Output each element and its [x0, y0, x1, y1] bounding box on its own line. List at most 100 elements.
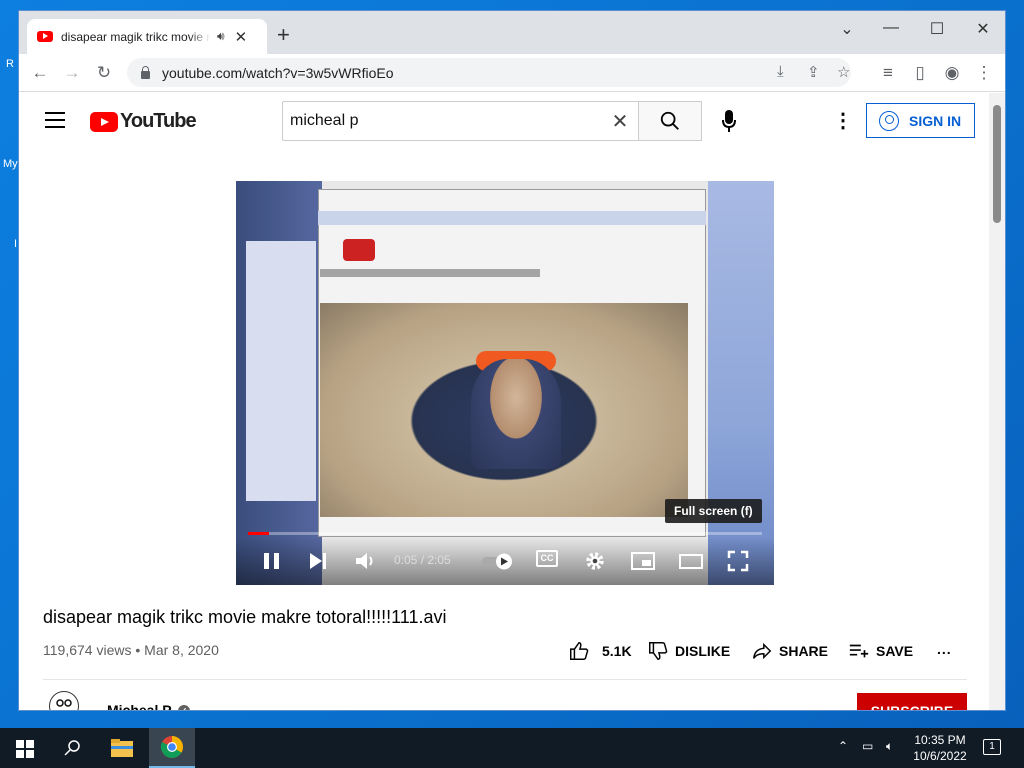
sign-in-label: SIGN IN	[909, 112, 962, 129]
new-tab-button[interactable]: +	[277, 24, 290, 46]
menu-icon[interactable]: ⋮	[973, 62, 995, 84]
clear-search-button[interactable]: ✕	[602, 109, 638, 134]
chrome-logo-icon	[160, 736, 183, 758]
share-button[interactable]: SHARE	[751, 640, 828, 662]
thumbs-up-icon	[570, 642, 589, 660]
channel-name-text[interactable]: Micheal P	[107, 702, 172, 710]
reading-list-icon[interactable]: ≡	[877, 62, 899, 84]
view-count: 119,674 views	[43, 642, 132, 658]
thumbs-down-icon	[649, 642, 668, 660]
share-label: SHARE	[779, 643, 829, 659]
page-scrollbar[interactable]	[989, 93, 1005, 710]
system-clock[interactable]: 10:35 PM 10/6/2022	[908, 732, 972, 764]
chevron-up-icon[interactable]: ⌃	[838, 739, 848, 753]
browser-window: disapear magik trikc movie makre totoral…	[18, 10, 1006, 711]
browser-toolbar: ← → ↻ youtube.com/watch?v=3w5vWRfioEo ⤓ …	[19, 54, 1005, 92]
scrollbar-thumb[interactable]	[993, 105, 1001, 223]
search-icon	[64, 740, 80, 756]
more-actions-button[interactable]: ...	[937, 641, 952, 657]
settings-kebab-icon[interactable]: ⋮	[833, 111, 853, 131]
video-player[interactable]: Full screen (f) 0:05 / 2:05 CC	[236, 181, 774, 585]
fullscreen-icon[interactable]	[726, 549, 750, 573]
video-meta: 119,674 views • Mar 8, 2020	[43, 642, 219, 658]
settings-icon[interactable]	[584, 549, 606, 573]
clock-time: 10:35 PM	[914, 733, 966, 747]
save-button[interactable]: SAVE	[848, 640, 913, 662]
chrome-icon[interactable]	[149, 728, 195, 768]
video-title: disapear magik trikc movie makre totoral…	[43, 607, 447, 627]
desktop-icon-label[interactable]: R	[6, 58, 14, 70]
tab-search-button[interactable]: ⌄	[835, 19, 859, 39]
search-button[interactable]	[638, 101, 702, 141]
video-frame	[708, 181, 774, 585]
microphone-icon[interactable]	[722, 110, 736, 132]
start-icon[interactable]	[16, 740, 34, 758]
profile-icon[interactable]: ◉	[941, 62, 963, 84]
autoplay-toggle[interactable]	[480, 549, 514, 573]
video-frame	[320, 269, 540, 277]
playlist-add-icon	[849, 644, 869, 658]
channel-avatar[interactable]	[49, 691, 79, 710]
like-button[interactable]: 5.1K	[568, 640, 632, 662]
time-display: 0:05 / 2:05	[394, 553, 451, 567]
youtube-logo[interactable]: YouTube	[90, 110, 197, 133]
share-icon[interactable]: ⇪	[807, 63, 820, 81]
browser-tab[interactable]: disapear magik trikc movie makre totoral…	[27, 19, 267, 54]
dislike-label: DISLIKE	[675, 643, 731, 659]
search-value[interactable]: micheal p	[290, 112, 602, 130]
miniplayer-icon[interactable]	[630, 549, 656, 573]
save-label: SAVE	[876, 643, 914, 659]
fullscreen-tooltip: Full screen (f)	[665, 499, 762, 523]
avatar-face-icon	[56, 699, 72, 707]
progress-bar[interactable]	[248, 532, 762, 535]
back-icon[interactable]: ←	[29, 62, 51, 84]
install-icon[interactable]: ⤓	[777, 63, 784, 80]
file-explorer-icon[interactable]	[99, 728, 145, 768]
lock-icon[interactable]	[141, 65, 150, 79]
channel-name[interactable]: Micheal P ✓	[107, 702, 190, 710]
sign-in-button[interactable]: SIGN IN	[866, 103, 975, 138]
folder-icon	[111, 739, 133, 757]
player-controls: 0:05 / 2:05 CC	[236, 537, 774, 585]
theater-icon[interactable]	[678, 549, 704, 573]
tab-close-button[interactable]: ✕	[235, 28, 248, 46]
next-icon[interactable]	[308, 549, 328, 573]
clock-date: 10/6/2022	[913, 749, 967, 763]
search-icon	[660, 111, 679, 130]
reload-icon[interactable]: ↻	[93, 62, 115, 84]
taskbar: ⌃ ▭ 🔈︎ 10:35 PM 10/6/2022 1	[0, 728, 1024, 768]
video-frame	[471, 359, 561, 469]
youtube-favicon-icon	[37, 31, 53, 42]
upload-date: Mar 8, 2020	[144, 642, 219, 658]
forward-icon[interactable]: →	[61, 62, 83, 84]
youtube-logo-text: YouTube	[120, 110, 197, 132]
captions-icon[interactable]: CC	[536, 550, 558, 567]
desktop-icon-label[interactable]: I	[14, 238, 17, 250]
minimize-button[interactable]: —	[879, 19, 903, 37]
bookmark-star-icon[interactable]: ☆	[837, 63, 850, 81]
address-bar[interactable]: youtube.com/watch?v=3w5vWRfioEo ⤓ ⇪ ☆	[127, 58, 851, 87]
youtube-page: YouTube micheal p ✕ ⋮ SIGN IN Full scree…	[19, 93, 991, 710]
pause-icon[interactable]	[262, 549, 282, 573]
meta-separator: •	[131, 642, 145, 658]
subscribe-button[interactable]: SUBSCRIBE	[857, 693, 967, 710]
verified-badge-icon: ✓	[177, 705, 190, 710]
search-input[interactable]: micheal p ✕	[282, 101, 639, 141]
tab-title: disapear magik trikc movie makre totoral…	[61, 29, 211, 44]
notification-center-icon[interactable]: 1	[983, 739, 1001, 755]
close-window-button[interactable]: ✕	[971, 19, 995, 39]
dislike-button[interactable]: DISLIKE	[647, 640, 730, 662]
volume-icon[interactable]: 🔈︎	[886, 739, 893, 754]
desktop-icon-label[interactable]: My	[3, 158, 18, 170]
url-text[interactable]: youtube.com/watch?v=3w5vWRfioEo	[162, 65, 394, 81]
speaker-icon[interactable]: 🔊︎	[217, 29, 225, 44]
volume-icon[interactable]	[354, 549, 376, 573]
taskbar-search-icon[interactable]	[50, 728, 96, 768]
network-icon[interactable]: ▭	[862, 739, 873, 753]
maximize-button[interactable]: ☐	[925, 19, 949, 39]
hamburger-menu-icon[interactable]	[45, 112, 65, 128]
video-frame	[343, 239, 375, 261]
progress-played	[248, 532, 269, 535]
side-panel-icon[interactable]: ▯	[909, 62, 931, 84]
video-frame	[246, 241, 316, 501]
